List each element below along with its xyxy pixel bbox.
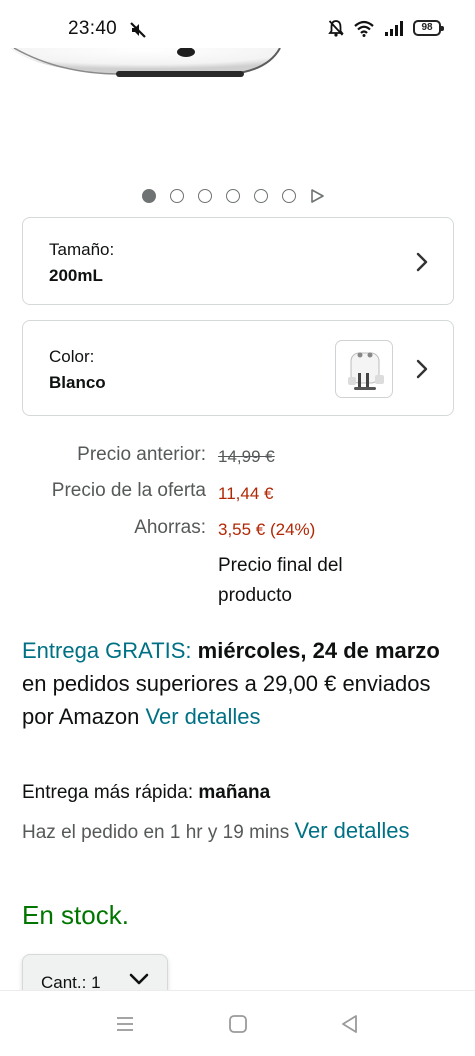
status-bar: 23:40 98 (0, 0, 475, 50)
alarm-off-icon (328, 20, 344, 37)
color-label: Color: (49, 347, 95, 366)
chevron-down-icon (129, 973, 149, 985)
carousel-dot-6[interactable] (282, 189, 296, 203)
free-delivery-label: Entrega GRATIS: (22, 638, 192, 663)
wifi-icon (354, 20, 374, 37)
size-value: 200mL (49, 266, 103, 285)
delivery-details-link[interactable]: Ver detalles (146, 704, 261, 729)
final-price-note: Precio final del producto (218, 555, 343, 606)
savings-value: 3,55 € (24%) (218, 520, 316, 539)
order-details-link[interactable]: Ver detalles (295, 818, 410, 843)
order-countdown-text: Haz el pedido en 1 hr y 19 mins (22, 822, 290, 843)
back-icon[interactable] (339, 1013, 361, 1035)
size-selector[interactable]: Tamaño: 200mL (22, 217, 454, 305)
carousel-dot-2[interactable] (170, 189, 184, 203)
fastest-delivery-label: Entrega más rápida: (22, 782, 194, 803)
product-page: 23:40 98 Tamaño: 200mL Color: Blanco Pre… (0, 0, 475, 1056)
previous-price-value: 14,99 € (218, 447, 275, 466)
offer-price-label: Precio de la oferta (51, 480, 206, 501)
offer-price-value: 11,44 € (218, 484, 274, 503)
image-carousel-indicator[interactable] (142, 189, 324, 203)
mute-icon (130, 22, 146, 38)
product-image[interactable] (0, 48, 475, 178)
product-thumbnail-icon (348, 352, 384, 390)
battery-icon: 98 (413, 20, 444, 36)
play-icon[interactable] (310, 189, 324, 203)
color-selector[interactable]: Color: Blanco (22, 320, 454, 416)
chevron-right-icon (416, 359, 428, 379)
order-countdown: Haz el pedido en 1 hr y 19 mins Ver deta… (22, 814, 452, 849)
status-time: 23:40 (68, 18, 118, 39)
carousel-dot-3[interactable] (198, 189, 212, 203)
color-value: Blanco (49, 373, 106, 392)
fastest-delivery: Entrega más rápida: mañana (22, 782, 270, 804)
carousel-dot-5[interactable] (254, 189, 268, 203)
chevron-right-icon (416, 252, 428, 272)
system-navigation-bar (0, 990, 475, 1056)
menu-icon[interactable] (114, 1013, 136, 1035)
carousel-dot-4[interactable] (226, 189, 240, 203)
delivery-date: miércoles, 24 de marzo (197, 638, 440, 663)
delivery-info: Entrega GRATIS: miércoles, 24 de marzo e… (22, 634, 452, 733)
signal-icon (385, 21, 403, 36)
carousel-dot-1[interactable] (142, 189, 156, 203)
color-swatch-thumbnail[interactable] (335, 340, 393, 398)
size-label: Tamaño: (49, 240, 115, 259)
status-icons: 98 (328, 19, 444, 37)
previous-price-label-text: Precio anterior: (77, 444, 206, 465)
home-icon[interactable] (227, 1013, 249, 1035)
fastest-delivery-value: mañana (198, 782, 271, 803)
savings-label: Ahorras: (134, 517, 206, 538)
stock-status: En stock. (22, 900, 129, 930)
